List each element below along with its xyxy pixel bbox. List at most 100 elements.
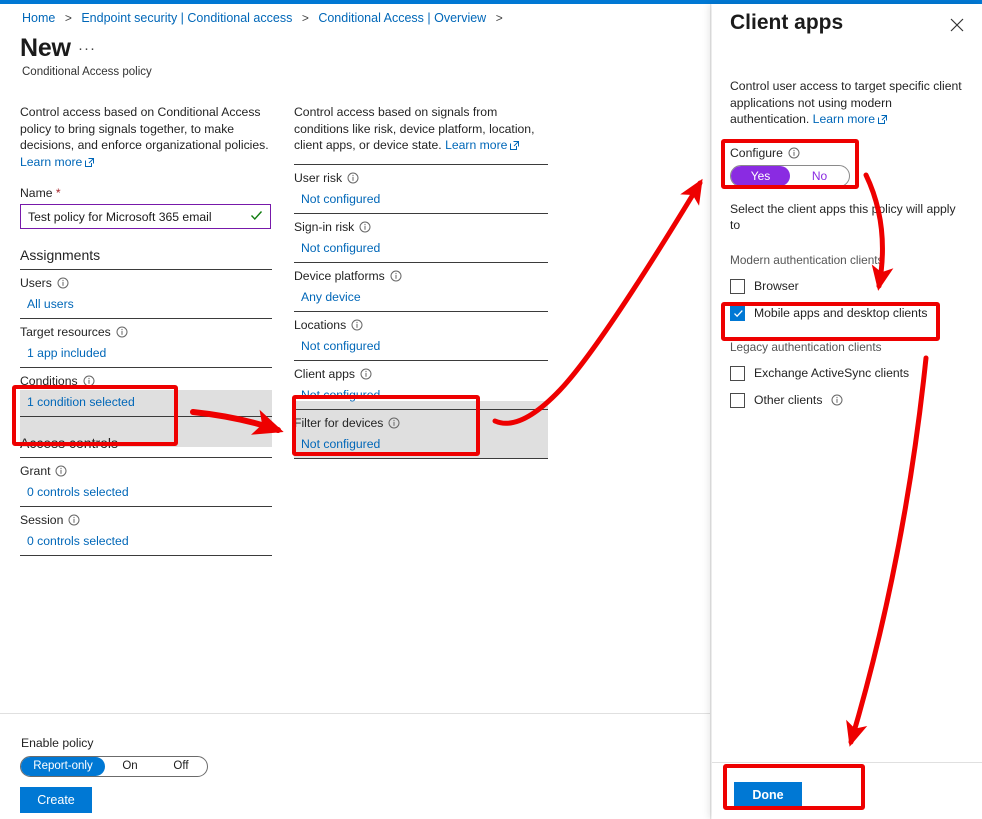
page-title: New <box>20 34 71 62</box>
row-grant-title: Grant <box>20 464 272 478</box>
policy-name-input[interactable] <box>21 206 236 227</box>
row-grant-label: Grant <box>20 464 51 478</box>
enable-option-report-only[interactable]: Report-only <box>21 757 105 776</box>
policy-editor-pane: Home > Endpoint security | Conditional a… <box>0 4 711 819</box>
group-label-modern-auth: Modern authentication clients <box>730 252 884 267</box>
info-icon[interactable] <box>390 270 402 282</box>
info-icon[interactable] <box>83 375 95 387</box>
checkbox-row-exchange-activesync-clients[interactable]: Exchange ActiveSync clients <box>730 365 966 381</box>
checkbox-exchange-activesync-clients[interactable] <box>730 365 745 381</box>
create-button[interactable]: Create <box>20 787 92 813</box>
checkbox-mobile-apps-desktop-clients[interactable] <box>730 305 745 321</box>
divider <box>20 416 272 417</box>
learn-more-link[interactable]: Learn more <box>20 155 82 169</box>
info-icon[interactable] <box>351 319 363 331</box>
configure-option-no[interactable]: No <box>790 166 849 186</box>
group-label-legacy-auth: Legacy authentication clients <box>730 339 882 354</box>
row-filter-for-devices-value[interactable]: Not configured <box>294 437 548 451</box>
row-target-resources-title: Target resources <box>20 325 272 339</box>
row-filter-for-devices-label: Filter for devices <box>294 415 384 430</box>
external-link-icon <box>878 115 887 124</box>
assignments-column: Control access based on Conditional Acce… <box>20 104 272 556</box>
learn-more-link[interactable]: Learn more <box>813 112 875 126</box>
info-icon[interactable] <box>788 147 800 159</box>
row-session-title: Session <box>20 513 272 527</box>
configure-option-yes[interactable]: Yes <box>731 165 790 186</box>
more-options-icon[interactable]: ··· <box>78 40 96 57</box>
row-device-platforms[interactable]: Device platforms Any device <box>294 261 548 311</box>
row-grant-value[interactable]: 0 controls selected <box>20 485 272 499</box>
info-icon[interactable] <box>347 172 359 184</box>
row-session-value[interactable]: 0 controls selected <box>20 534 272 548</box>
row-conditions-label: Conditions <box>20 374 78 388</box>
row-locations-value[interactable]: Not configured <box>294 339 548 353</box>
row-user-risk[interactable]: User risk Not configured <box>294 163 548 213</box>
row-session-label: Session <box>20 513 64 527</box>
row-signin-risk-value[interactable]: Not configured <box>294 241 548 255</box>
info-icon[interactable] <box>68 514 80 526</box>
info-icon[interactable] <box>57 277 69 289</box>
checkbox-row-browser[interactable]: Browser <box>730 278 966 294</box>
checkbox-other-clients[interactable] <box>730 392 745 408</box>
close-icon[interactable] <box>948 16 966 34</box>
configure-toggle[interactable]: Yes No <box>730 164 850 187</box>
breadcrumb-item-endpoint-security[interactable]: Endpoint security | Conditional access <box>81 11 292 25</box>
breadcrumb-separator: > <box>495 11 503 25</box>
row-user-risk-title: User risk <box>294 171 548 185</box>
info-icon[interactable] <box>388 417 400 429</box>
divider <box>20 555 272 556</box>
row-user-risk-value[interactable]: Not configured <box>294 192 548 206</box>
row-session[interactable]: Session 0 controls selected <box>20 506 272 555</box>
done-button[interactable]: Done <box>734 782 802 807</box>
policy-description: Control access based on Conditional Acce… <box>20 104 272 170</box>
conditions-column: Control access based on signals from con… <box>294 104 548 459</box>
row-conditions-value[interactable]: 1 condition selected <box>20 395 272 409</box>
configure-label-text: Configure <box>730 145 783 160</box>
assignments-heading: Assignments <box>20 247 101 263</box>
row-grant[interactable]: Grant 0 controls selected <box>20 457 272 506</box>
enable-policy-toggle[interactable]: Report-only On Off <box>20 756 208 777</box>
info-icon[interactable] <box>360 368 372 380</box>
name-input-wrapper[interactable] <box>20 204 271 229</box>
client-apps-flyout: Client apps Control user access to targe… <box>712 4 982 819</box>
row-users-value[interactable]: All users <box>20 297 272 311</box>
checkbox-row-other-clients[interactable]: Other clients <box>730 392 966 408</box>
info-icon[interactable] <box>359 221 371 233</box>
learn-more-link[interactable]: Learn more <box>445 138 507 152</box>
checkbox-browser[interactable] <box>730 278 745 294</box>
info-icon[interactable] <box>116 326 128 338</box>
configure-label: Configure <box>730 146 966 160</box>
access-controls-heading: Access controls <box>20 435 119 451</box>
row-client-apps-value[interactable]: Not configured <box>294 388 548 402</box>
enable-option-on[interactable]: On <box>105 757 155 776</box>
row-locations[interactable]: Locations Not configured <box>294 310 548 360</box>
row-conditions-title: Conditions <box>20 374 272 388</box>
row-conditions[interactable]: Conditions 1 condition selected <box>20 367 272 416</box>
enable-option-off[interactable]: Off <box>155 757 207 776</box>
breadcrumb-separator: > <box>301 11 309 25</box>
flyout-title: Client apps <box>730 11 844 34</box>
flyout-description: Control user access to target specific c… <box>730 78 966 128</box>
enable-policy-label: Enable policy <box>21 736 94 750</box>
checkbox-row-mobile-apps-desktop-clients[interactable]: Mobile apps and desktop clients <box>730 305 966 321</box>
row-filter-for-devices-title: Filter for devices <box>294 416 548 430</box>
row-device-platforms-title: Device platforms <box>294 269 548 283</box>
info-icon[interactable] <box>55 465 67 477</box>
name-label-text: Name <box>20 186 53 200</box>
row-client-apps[interactable]: Client apps Not configured <box>294 359 548 409</box>
row-device-platforms-value[interactable]: Any device <box>294 290 548 304</box>
info-icon[interactable] <box>831 394 843 406</box>
breadcrumb-item-home[interactable]: Home <box>22 11 55 25</box>
row-target-resources[interactable]: Target resources 1 app included <box>20 318 272 367</box>
breadcrumb-separator: > <box>64 11 72 25</box>
policy-description-text: Control access based on Conditional Acce… <box>20 105 269 152</box>
breadcrumb-item-conditional-access[interactable]: Conditional Access | Overview <box>318 11 486 25</box>
app-root: Home > Endpoint security | Conditional a… <box>0 0 982 819</box>
row-signin-risk[interactable]: Sign-in risk Not configured <box>294 212 548 262</box>
row-target-resources-value[interactable]: 1 app included <box>20 346 272 360</box>
row-users[interactable]: Users All users <box>20 269 272 318</box>
row-filter-for-devices[interactable]: Filter for devices Not configured <box>294 408 548 458</box>
row-locations-label: Locations <box>294 317 347 332</box>
required-asterisk: * <box>55 186 61 200</box>
checkbox-exchange-activesync-clients-label: Exchange ActiveSync clients <box>754 366 910 380</box>
